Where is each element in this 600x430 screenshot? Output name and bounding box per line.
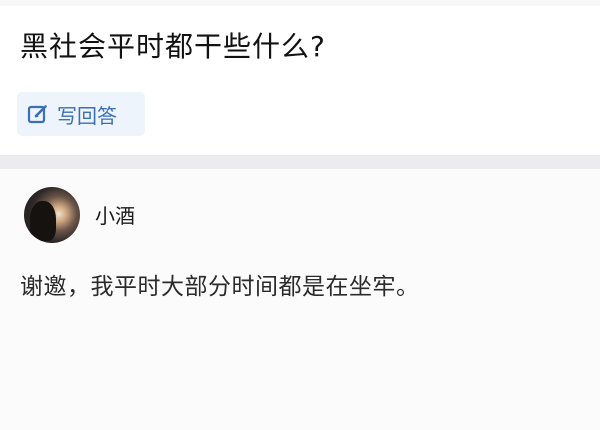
avatar-figure <box>30 201 56 241</box>
edit-icon <box>27 103 49 125</box>
author-name[interactable]: 小酒 <box>95 204 135 228</box>
write-answer-label: 写回答 <box>57 103 117 128</box>
write-answer-button[interactable]: 写回答 <box>17 92 145 136</box>
section-separator <box>0 155 600 169</box>
answer-content[interactable]: 谢邀，我平时大部分时间都是在坐牢。 <box>20 272 420 302</box>
top-divider <box>0 0 600 6</box>
question-title[interactable]: 黑社会平时都干些什么? <box>20 30 326 64</box>
zhihu-question-page: 黑社会平时都干些什么? 写回答 小酒 谢邀，我平时大部分时间都是在坐牢。 <box>0 0 600 430</box>
avatar[interactable] <box>24 187 80 243</box>
